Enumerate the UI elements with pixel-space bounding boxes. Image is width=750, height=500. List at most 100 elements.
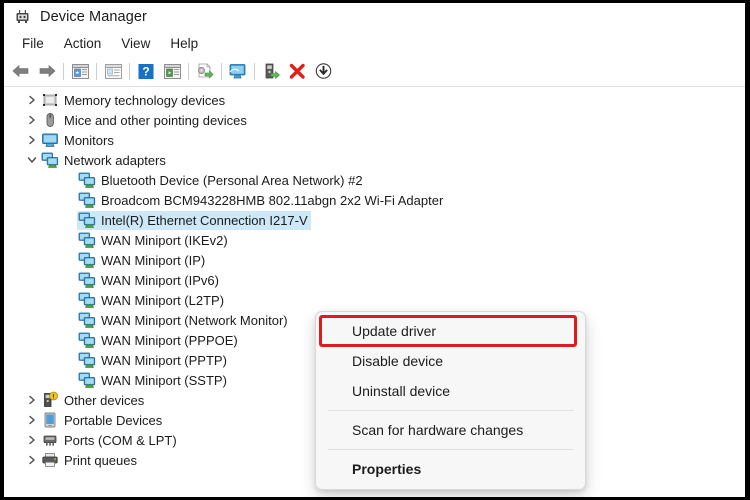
tree-row-content: Memory technology devices bbox=[40, 91, 228, 110]
update-driver-icon[interactable] bbox=[192, 59, 218, 83]
context-menu-item-scan-for-hardware-changes[interactable]: Scan for hardware changes bbox=[316, 415, 585, 445]
network-adapter-icon bbox=[78, 211, 96, 229]
tree-row-label: Monitors bbox=[64, 132, 114, 148]
tree-row-content: ! Other devices bbox=[40, 391, 147, 410]
uninstall-device-icon[interactable] bbox=[284, 59, 310, 83]
context-menu-separator bbox=[328, 449, 573, 450]
network-adapter-icon bbox=[78, 311, 96, 329]
back-arrow-icon[interactable] bbox=[8, 59, 34, 83]
properties-window-icon[interactable] bbox=[100, 59, 126, 83]
ports-icon bbox=[41, 431, 59, 449]
context-menu-item-disable-device[interactable]: Disable device bbox=[316, 346, 585, 376]
tree-row-content: Broadcom BCM943228HMB 802.11abgn 2x2 Wi-… bbox=[77, 191, 446, 210]
menu-item-action[interactable]: Action bbox=[54, 34, 112, 53]
tree-row-content: Monitors bbox=[40, 131, 117, 150]
tree-row-content: WAN Miniport (PPPOE) bbox=[77, 331, 241, 350]
context-menu-item-uninstall-device[interactable]: Uninstall device bbox=[316, 376, 585, 406]
tree-row[interactable]: Broadcom BCM943228HMB 802.11abgn 2x2 Wi-… bbox=[4, 190, 745, 210]
toolbar: ? bbox=[4, 56, 745, 87]
device-tree[interactable]: Memory technology devices Mice and other … bbox=[4, 87, 745, 497]
tree-row-label: Ports (COM & LPT) bbox=[64, 432, 177, 448]
chevron-right-icon[interactable] bbox=[24, 450, 40, 470]
chevron-down-icon[interactable] bbox=[24, 150, 40, 170]
context-menu-item-update-driver[interactable]: Update driver bbox=[316, 316, 585, 346]
tree-row-label: Mice and other pointing devices bbox=[64, 112, 247, 128]
tree-row-content: Ports (COM & LPT) bbox=[40, 431, 180, 450]
tree-row[interactable]: Monitors bbox=[4, 130, 745, 150]
network-adapter-icon bbox=[78, 171, 96, 189]
tree-row[interactable]: Intel(R) Ethernet Connection I217-V bbox=[4, 210, 745, 230]
tree-row-content: WAN Miniport (SSTP) bbox=[77, 371, 230, 390]
context-menu[interactable]: Update driver Disable device Uninstall d… bbox=[315, 311, 586, 490]
tree-row-content: WAN Miniport (PPTP) bbox=[77, 351, 230, 370]
memory-technology-icon bbox=[41, 91, 59, 109]
tree-row-label: Memory technology devices bbox=[64, 92, 226, 108]
tree-row-content: Network adapters bbox=[40, 151, 169, 170]
tree-row[interactable]: WAN Miniport (IPv6) bbox=[4, 270, 745, 290]
toolbar-separator bbox=[63, 62, 64, 80]
monitor-icon bbox=[41, 131, 59, 149]
svg-text:?: ? bbox=[142, 64, 149, 78]
tree-row-content: Print queues bbox=[40, 451, 140, 470]
title-bar: Device Manager bbox=[4, 3, 745, 30]
context-menu-separator bbox=[328, 410, 573, 411]
mouse-icon bbox=[41, 111, 59, 129]
network-adapter-icon bbox=[78, 351, 96, 369]
tree-row-label: Portable Devices bbox=[64, 412, 163, 428]
tree-row-content: Intel(R) Ethernet Connection I217-V bbox=[77, 210, 311, 230]
toolbar-separator bbox=[254, 62, 255, 80]
tree-row-content: WAN Miniport (IKEv2) bbox=[77, 231, 231, 250]
tree-row-content: WAN Miniport (L2TP) bbox=[77, 291, 227, 310]
enable-device-icon[interactable] bbox=[258, 59, 284, 83]
tree-row-label: WAN Miniport (IKEv2) bbox=[101, 232, 228, 248]
tree-row-label: Intel(R) Ethernet Connection I217-V bbox=[101, 212, 308, 228]
tree-row[interactable]: Bluetooth Device (Personal Area Network)… bbox=[4, 170, 745, 190]
chevron-right-icon[interactable] bbox=[24, 110, 40, 130]
console-tree-icon[interactable] bbox=[67, 59, 93, 83]
tree-row-label: WAN Miniport (IPv6) bbox=[101, 272, 219, 288]
tree-row-label: Network adapters bbox=[64, 152, 166, 168]
chevron-right-icon[interactable] bbox=[24, 410, 40, 430]
action-menu-icon[interactable] bbox=[159, 59, 185, 83]
network-adapter-icon bbox=[78, 231, 96, 249]
chevron-right-icon[interactable] bbox=[24, 390, 40, 410]
tree-row[interactable]: Network adapters bbox=[4, 150, 745, 170]
tree-row-label: WAN Miniport (PPPOE) bbox=[101, 332, 238, 348]
toolbar-separator bbox=[129, 62, 130, 80]
tree-row-content: Mice and other pointing devices bbox=[40, 111, 250, 130]
svg-text:!: ! bbox=[53, 393, 55, 400]
network-adapter-icon bbox=[78, 251, 96, 269]
network-adapter-icon bbox=[78, 191, 96, 209]
tree-row[interactable]: WAN Miniport (IP) bbox=[4, 250, 745, 270]
chevron-right-icon[interactable] bbox=[24, 130, 40, 150]
tree-row-content: WAN Miniport (IPv6) bbox=[77, 271, 222, 290]
tree-row-content: WAN Miniport (IP) bbox=[77, 251, 208, 270]
tree-row[interactable]: WAN Miniport (L2TP) bbox=[4, 290, 745, 310]
toolbar-separator bbox=[221, 62, 222, 80]
menu-item-view[interactable]: View bbox=[111, 34, 160, 53]
menu-item-help[interactable]: Help bbox=[160, 34, 208, 53]
network-adapter-icon bbox=[78, 291, 96, 309]
scan-hardware-icon[interactable] bbox=[225, 59, 251, 83]
chevron-right-icon[interactable] bbox=[24, 430, 40, 450]
other-devices-warning-icon: ! bbox=[41, 391, 59, 409]
forward-arrow-icon[interactable] bbox=[34, 59, 60, 83]
toolbar-separator bbox=[188, 62, 189, 80]
tree-row[interactable]: Mice and other pointing devices bbox=[4, 110, 745, 130]
network-adapter-icon bbox=[78, 271, 96, 289]
tree-row-content: Portable Devices bbox=[40, 411, 165, 430]
help-question-icon[interactable]: ? bbox=[133, 59, 159, 83]
tree-row-label: WAN Miniport (SSTP) bbox=[101, 372, 227, 388]
menu-item-file[interactable]: File bbox=[12, 34, 54, 53]
network-adapter-icon bbox=[41, 151, 59, 169]
tree-row[interactable]: Memory technology devices bbox=[4, 90, 745, 110]
network-adapter-icon bbox=[78, 331, 96, 349]
device-manager-window: Device Manager File Action View Help ? M… bbox=[4, 3, 745, 497]
printer-icon bbox=[41, 451, 59, 469]
tree-row-label: Bluetooth Device (Personal Area Network)… bbox=[101, 172, 363, 188]
tree-row-label: Broadcom BCM943228HMB 802.11abgn 2x2 Wi-… bbox=[101, 192, 444, 208]
chevron-right-icon[interactable] bbox=[24, 90, 40, 110]
context-menu-item-properties[interactable]: Properties bbox=[316, 454, 585, 484]
tree-row[interactable]: WAN Miniport (IKEv2) bbox=[4, 230, 745, 250]
disable-device-icon[interactable] bbox=[310, 59, 336, 83]
